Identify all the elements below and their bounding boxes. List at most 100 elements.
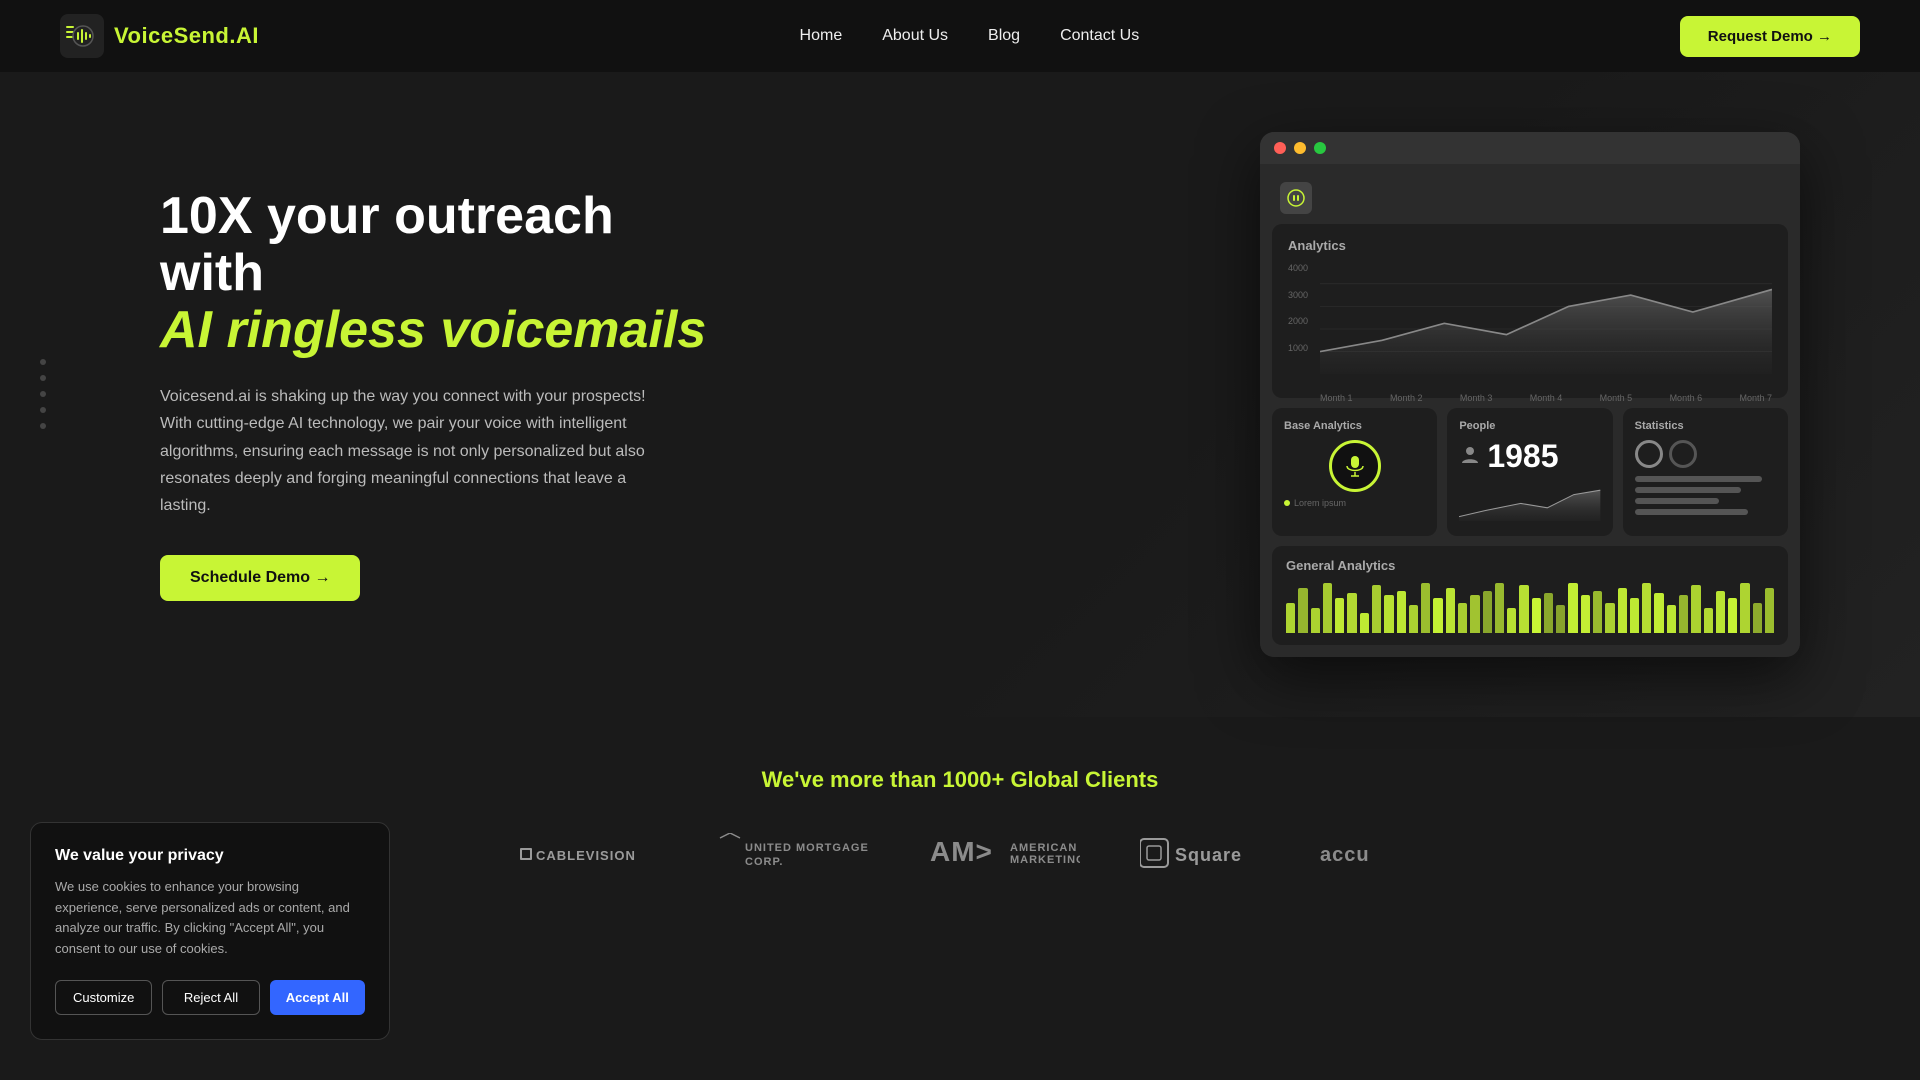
client-cablevision: CABLEVISION: [520, 838, 650, 873]
browser-logo-icon: [1280, 182, 1312, 214]
accept-all-button[interactable]: Accept All: [270, 980, 365, 1015]
side-decoration: [40, 359, 46, 429]
browser-logo-bar: [1272, 176, 1788, 224]
general-analytics-card: General Analytics: [1272, 546, 1788, 645]
analytics-chart-card: Analytics 4000 3000 2000 1000: [1272, 224, 1788, 398]
statistics-title: Statistics: [1635, 420, 1776, 432]
statistics-card: Statistics: [1623, 408, 1788, 536]
nav-home[interactable]: Home: [800, 27, 843, 44]
bar-item: [1593, 591, 1602, 633]
browser-dot-green: [1314, 142, 1326, 154]
bar-item: [1544, 593, 1553, 633]
schedule-demo-button[interactable]: Schedule Demo →: [160, 555, 360, 601]
bar-item: [1728, 598, 1737, 633]
y-axis-labels: 4000 3000 2000 1000: [1288, 263, 1312, 353]
bar-item: [1298, 588, 1307, 633]
people-icon: [1459, 445, 1481, 467]
bar-item: [1568, 583, 1577, 633]
bar-item: [1446, 588, 1455, 633]
navbar: VoiceSend.AI Home About Us Blog Contact …: [0, 0, 1920, 72]
bar-item: [1630, 598, 1639, 633]
bar-item: [1519, 585, 1528, 633]
logo[interactable]: VoiceSend.AI: [60, 14, 259, 58]
chart-area: Month 1 Month 2 Month 3 Month 4 Month 5 …: [1320, 263, 1772, 384]
bar-item: [1483, 591, 1492, 633]
stat-bar-4: [1635, 509, 1748, 515]
browser-content: Analytics 4000 3000 2000 1000: [1260, 164, 1800, 657]
hero-description: Voicesend.ai is shaking up the way you c…: [160, 383, 660, 519]
bar-item: [1679, 595, 1688, 633]
stat-bars: [1635, 476, 1776, 515]
svg-text:AMERICAN: AMERICAN: [1010, 842, 1077, 854]
client-united-mortgage: UNITED MORTGAGE CORP.: [710, 833, 870, 878]
lorem-label: Lorem ipsum: [1284, 498, 1425, 508]
bar-item: [1716, 591, 1725, 633]
logo-text: VoiceSend.AI: [114, 23, 259, 49]
clients-title: We've more than 1000+ Global Clients: [120, 767, 1800, 793]
nav-about[interactable]: About Us: [882, 27, 948, 44]
people-title: People: [1459, 420, 1600, 432]
stat-circle-1: [1635, 440, 1663, 468]
svg-text:UNITED MORTGAGE: UNITED MORTGAGE: [745, 842, 869, 854]
reject-all-button[interactable]: Reject All: [162, 980, 259, 1015]
bar-item: [1409, 605, 1418, 633]
customize-button[interactable]: Customize: [55, 980, 152, 1015]
browser-logo-svg: [1286, 188, 1306, 208]
bar-item: [1581, 595, 1590, 633]
bar-item: [1691, 585, 1700, 633]
svg-text:CABLEVISION: CABLEVISION: [536, 848, 636, 863]
browser-bar: [1260, 132, 1800, 164]
cookie-title: We value your privacy: [55, 847, 365, 865]
browser-dot-yellow: [1294, 142, 1306, 154]
base-analytics-card: Base Analytics: [1272, 408, 1437, 536]
people-count: 1985: [1487, 440, 1558, 472]
request-demo-button[interactable]: Request Demo →: [1680, 16, 1860, 57]
people-icon-row: 1985: [1459, 440, 1558, 472]
cookie-description: We use cookies to enhance your browsing …: [55, 877, 365, 960]
general-analytics-title: General Analytics: [1286, 558, 1774, 573]
browser-dot-red: [1274, 142, 1286, 154]
bar-item: [1642, 583, 1651, 633]
nav-contact[interactable]: Contact Us: [1060, 27, 1139, 44]
dashboard-mockup: Analytics 4000 3000 2000 1000: [1260, 132, 1800, 657]
bar-item: [1458, 603, 1467, 633]
bar-item: [1667, 605, 1676, 633]
hero-text: 10X your outreach with AI ringless voice…: [160, 188, 720, 602]
nav-blog[interactable]: Blog: [988, 27, 1020, 44]
client-square: Square: [1140, 835, 1260, 876]
hero-section: 10X your outreach with AI ringless voice…: [0, 72, 1920, 717]
bar-item: [1765, 588, 1774, 633]
svg-text:accu: accu: [1320, 844, 1370, 866]
bar-item: [1335, 598, 1344, 633]
stat-bar-1: [1635, 476, 1762, 482]
bar-item: [1495, 583, 1504, 633]
bar-item: [1556, 605, 1565, 633]
analytics-card-title: Analytics: [1288, 238, 1772, 253]
bar-item: [1323, 583, 1332, 633]
base-analytics-content: Lorem ipsum: [1284, 440, 1425, 508]
bar-item: [1605, 603, 1614, 633]
bar-item: [1753, 603, 1762, 633]
people-card: People 1985: [1447, 408, 1612, 536]
bar-item: [1360, 613, 1369, 633]
nav-links: Home About Us Blog Contact Us: [800, 27, 1140, 45]
general-bar-chart: [1286, 583, 1774, 633]
bar-item: [1507, 608, 1516, 633]
stat-bar-2: [1635, 487, 1741, 493]
mini-cards-row: Base Analytics: [1272, 408, 1788, 536]
chart-month-labels: Month 1 Month 2 Month 3 Month 4 Month 5 …: [1320, 393, 1772, 403]
chart-container: 4000 3000 2000 1000: [1288, 263, 1772, 384]
svg-text:Square: Square: [1175, 845, 1242, 865]
bar-item: [1433, 598, 1442, 633]
bar-item: [1397, 591, 1406, 633]
bar-item: [1654, 593, 1663, 633]
mic-icon: [1341, 452, 1369, 480]
bar-item: [1532, 598, 1541, 633]
cookie-banner: We value your privacy We use cookies to …: [30, 822, 390, 1040]
svg-text:AM>: AM>: [930, 836, 993, 867]
hero-title: 10X your outreach with AI ringless voice…: [160, 188, 720, 360]
bar-item: [1347, 593, 1356, 633]
people-chart: [1459, 474, 1600, 524]
bar-item: [1311, 608, 1320, 633]
bar-item: [1421, 583, 1430, 633]
